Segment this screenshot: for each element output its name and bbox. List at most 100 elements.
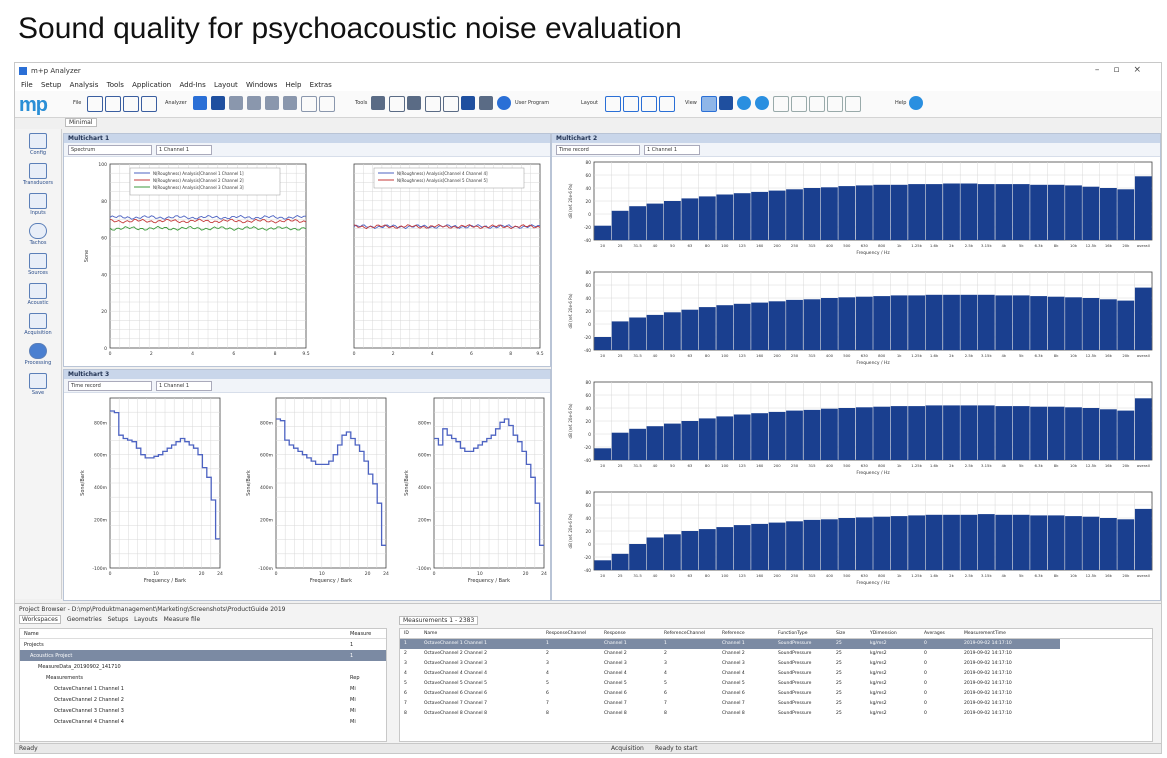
- meas-table-row[interactable]: 7 OctaveChannel 7 Channel 7 7 Channel 7 7 Cha…: [400, 699, 1060, 709]
- menu-file[interactable]: File: [21, 81, 33, 89]
- window-icon[interactable]: [641, 96, 657, 112]
- sidebar-item-acoustic[interactable]: Acoustic: [19, 283, 57, 306]
- table-icon[interactable]: [425, 96, 441, 112]
- tree-row[interactable]: Measurements Rep: [20, 672, 386, 683]
- sidebar-item-sources[interactable]: Sources: [19, 253, 57, 276]
- tree-row[interactable]: Acoustics Project 1: [20, 650, 386, 661]
- x-tick-label: 10k: [1070, 463, 1078, 468]
- open-folder-icon[interactable]: [105, 96, 121, 112]
- view-cursor-icon[interactable]: [701, 96, 717, 112]
- info-icon[interactable]: [737, 96, 751, 110]
- meas-col-header[interactable]: Size: [836, 631, 845, 636]
- report-icon[interactable]: [479, 96, 493, 110]
- ruler-icon[interactable]: [809, 96, 825, 112]
- meas-table-row[interactable]: 1 OctaveChannel 1 Channel 1 1 Channel 1 1 Cha…: [400, 639, 1060, 649]
- monitor-icon[interactable]: [605, 96, 621, 112]
- menu-windows[interactable]: Windows: [246, 81, 277, 89]
- wrench-icon[interactable]: [719, 96, 733, 110]
- document-icon[interactable]: [371, 96, 385, 110]
- meas-table-row[interactable]: 2 OctaveChannel 2 Channel 2 2 Channel 2 2 Cha…: [400, 649, 1060, 659]
- split-view-icon[interactable]: [623, 96, 639, 112]
- meas-col-header[interactable]: MeasurementTime: [964, 631, 1006, 636]
- sidebar-item-processing[interactable]: Processing: [19, 343, 57, 366]
- settings-icon[interactable]: [827, 96, 843, 112]
- sidebar-item-inputs[interactable]: Inputs: [19, 193, 57, 216]
- view-type-dropdown[interactable]: Time record: [68, 381, 152, 391]
- sidebar-item-transducers[interactable]: Transducers: [19, 163, 57, 186]
- reload-icon[interactable]: [301, 96, 317, 112]
- tab-measure-file[interactable]: Measure file: [164, 616, 201, 623]
- tree-col-name[interactable]: Name: [24, 631, 39, 637]
- y-tick-label: -40: [584, 458, 591, 464]
- sidebar-label: Sources: [28, 270, 48, 276]
- menu-setup[interactable]: Setup: [41, 81, 61, 89]
- sidebar-item-config[interactable]: Config: [19, 133, 57, 156]
- view-type-dropdown[interactable]: Time record: [556, 145, 640, 155]
- analyzer-list-icon[interactable]: [193, 96, 207, 110]
- person-icon[interactable]: [407, 96, 421, 110]
- meas-col-header[interactable]: ReferenceChannel: [664, 631, 705, 636]
- new-file-icon[interactable]: [87, 96, 103, 112]
- stop-icon[interactable]: [247, 96, 261, 110]
- view-type-dropdown[interactable]: Spectrum: [68, 145, 152, 155]
- menu-application[interactable]: Application: [132, 81, 171, 89]
- meas-col-header[interactable]: FunctionType: [778, 631, 807, 636]
- user-program-icon[interactable]: [497, 96, 511, 110]
- pause-icon[interactable]: [229, 96, 243, 110]
- tree-row[interactable]: OctaveChannel 1 Channel 1 Mi: [20, 683, 386, 694]
- menu-help[interactable]: Help: [285, 81, 301, 89]
- tree-row[interactable]: OctaveChannel 2 Channel 2 Mi: [20, 694, 386, 705]
- menu-layout[interactable]: Layout: [214, 81, 238, 89]
- tree-row[interactable]: OctaveChannel 4 Channel 4 Mi: [20, 716, 386, 727]
- channel-dropdown[interactable]: 1 Channel 1: [156, 381, 212, 391]
- copy-icon[interactable]: [123, 96, 139, 112]
- user-program-label[interactable]: User Program: [515, 100, 549, 106]
- meas-col-header[interactable]: ResponseChannel: [546, 631, 586, 636]
- menu-addins[interactable]: Add-Ins: [179, 81, 205, 89]
- sidebar-item-save[interactable]: Save: [19, 373, 57, 396]
- trigger-icon[interactable]: [283, 96, 297, 110]
- tree-row[interactable]: Projects 1: [20, 639, 386, 650]
- menu-analysis[interactable]: Analysis: [70, 81, 99, 89]
- meas-table-row[interactable]: 3 OctaveChannel 3 Channel 3 3 Channel 3 3 Cha…: [400, 659, 1060, 669]
- help-icon[interactable]: [909, 96, 923, 110]
- tree-col-measure[interactable]: Measure: [350, 631, 371, 637]
- list-icon[interactable]: [443, 96, 459, 112]
- meas-col-header[interactable]: YDimension: [870, 631, 897, 636]
- tab-workspaces[interactable]: Workspaces: [19, 615, 61, 624]
- display-icon[interactable]: [659, 96, 675, 112]
- export-icon[interactable]: [319, 96, 335, 112]
- record-icon[interactable]: [265, 96, 279, 110]
- meas-col-header[interactable]: Response: [604, 631, 626, 636]
- tab-layouts[interactable]: Layouts: [134, 616, 158, 623]
- measurements-tab[interactable]: Measurements 1 - 2383: [399, 616, 479, 625]
- meas-table-row[interactable]: 6 OctaveChannel 6 Channel 6 6 Channel 6 6 Cha…: [400, 689, 1060, 699]
- menu-extras[interactable]: Extras: [310, 81, 332, 89]
- tab-setups[interactable]: Setups: [108, 616, 129, 623]
- meas-col-header[interactable]: Reference: [722, 631, 745, 636]
- tree-row[interactable]: OctaveChannel 3 Channel 3 Mi: [20, 705, 386, 716]
- save-icon[interactable]: [141, 96, 157, 112]
- calculator-icon[interactable]: [461, 96, 475, 110]
- channel-dropdown[interactable]: 1 Channel 1: [156, 145, 212, 155]
- meas-table-row[interactable]: 8 OctaveChannel 8 Channel 8 8 Channel 8 8 Cha…: [400, 709, 1060, 719]
- shield-icon[interactable]: [773, 96, 789, 112]
- meas-col-header[interactable]: Averages: [924, 631, 945, 636]
- tree-row[interactable]: MeasureData_20190902_141710: [20, 661, 386, 672]
- meas-table-row[interactable]: 5 OctaveChannel 5 Channel 5 5 Channel 5 5 Cha…: [400, 679, 1060, 689]
- tab-geometries[interactable]: Geometries: [67, 616, 102, 623]
- globe-icon[interactable]: [755, 96, 769, 110]
- window-controls[interactable]: –▫×: [1095, 65, 1155, 75]
- play-icon[interactable]: [211, 96, 225, 110]
- sub-tab-minimal[interactable]: Minimal: [65, 118, 97, 127]
- channel-dropdown[interactable]: 1 Channel 1: [644, 145, 700, 155]
- sidebar-item-tachos[interactable]: Tachos: [19, 223, 57, 246]
- warning-icon[interactable]: [791, 96, 807, 112]
- sidebar-item-acquisition[interactable]: Acquisition: [19, 313, 57, 336]
- meas-col-header[interactable]: ID: [404, 631, 409, 636]
- meas-table-row[interactable]: 4 OctaveChannel 4 Channel 4 4 Channel 4 4 Cha…: [400, 669, 1060, 679]
- screen-icon[interactable]: [845, 96, 861, 112]
- menu-tools[interactable]: Tools: [107, 81, 124, 89]
- pen-icon[interactable]: [389, 96, 405, 112]
- meas-col-header[interactable]: Name: [424, 631, 437, 636]
